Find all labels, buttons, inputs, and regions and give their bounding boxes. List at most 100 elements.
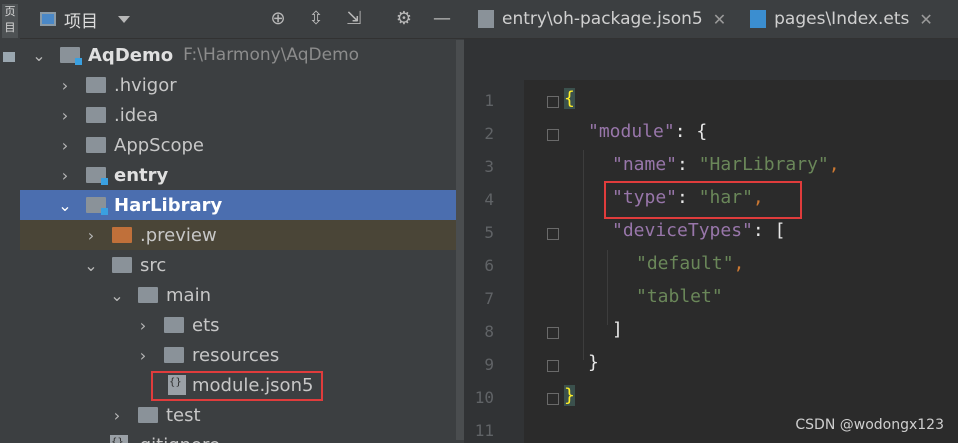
indent-guide [583,150,584,360]
json-string: "HarLibrary" [698,154,829,175]
project-toolbar: ⊕ ⇳ ⇲ ⚙ — [267,8,453,30]
json-key: "deviceTypes" [612,220,753,241]
editor-panel: entry\oh-package.json5 ✕ pages\Index.ets… [464,0,958,443]
project-tool-window-button[interactable]: 页目 [2,4,18,38]
code-line-3[interactable]: "name": "HarLibrary", [612,154,840,175]
excluded-folder-icon [112,227,132,243]
tree-item-label: .preview [140,224,217,246]
line-number: 6 [484,256,494,275]
chevron-right-icon[interactable]: › [110,406,124,425]
code-brace: } [564,385,575,406]
chevron-right-icon[interactable]: › [58,136,72,155]
chevron-right-icon[interactable]: › [58,166,72,185]
code-line-7[interactable]: "tablet" [636,286,723,307]
close-icon[interactable]: ✕ [713,10,726,29]
code-punct: : [ [752,220,786,241]
expand-all-icon[interactable]: ⇳ [305,8,327,30]
ets-file-icon [750,10,767,28]
folder-icon [112,257,132,273]
fold-icon[interactable] [547,96,559,108]
tree-item-ets[interactable]: › ets [20,310,464,340]
hide-icon[interactable]: — [431,8,453,30]
project-view-icon [40,12,56,26]
code-line-2[interactable]: "module": { [588,121,707,142]
tree-item-gitignore[interactable]: .gitignore [20,430,464,443]
folder-icon [164,347,184,363]
tree-item-label: ets [192,314,220,336]
code-line-9[interactable]: } [588,352,599,373]
editor-breadcrumb-bar [464,39,958,80]
tree-item-entry[interactable]: › entry [20,160,464,190]
fold-icon[interactable] [547,228,559,240]
tree-item-src[interactable]: ⌄ src [20,250,464,280]
code-line-10[interactable]: } [564,385,575,406]
code-punct: , [733,253,745,274]
close-icon[interactable]: ✕ [919,10,932,29]
chevron-down-icon[interactable]: ⌄ [32,46,46,65]
editor-tab-bar: entry\oh-package.json5 ✕ pages\Index.ets… [464,0,958,39]
tab-oh-package-json5[interactable]: entry\oh-package.json5 ✕ [464,0,736,38]
fold-icon[interactable] [547,360,559,372]
fold-icon[interactable] [547,327,559,339]
tree-item-test[interactable]: › test [20,400,464,430]
line-number: 11 [474,421,494,440]
tree-item-idea[interactable]: › .idea [20,100,464,130]
tree-item-preview[interactable]: › .preview [20,220,464,250]
tree-item-aqdemo[interactable]: ⌄ AqDemo F:\Harmony\AqDemo [20,40,464,70]
tree-item-label: .hvigor [114,74,177,96]
project-view-selector[interactable]: 项目 [40,8,130,32]
chevron-down-icon[interactable]: ⌄ [110,286,124,305]
line-number: 4 [484,190,494,209]
code-punct: ] [612,319,623,340]
chevron-right-icon[interactable]: › [136,316,150,335]
folder-icon [86,107,106,123]
gear-icon[interactable]: ⚙ [393,8,415,30]
fold-icon[interactable] [547,129,559,141]
folder-icon [138,407,158,423]
tree-item-harlibrary[interactable]: ⌄ HarLibrary [20,190,464,220]
line-number: 7 [484,289,494,308]
chevron-right-icon[interactable]: › [136,346,150,365]
code-line-1[interactable]: { [564,88,575,109]
tree-item-appscope[interactable]: › AppScope [20,130,464,160]
chevron-down-icon[interactable]: ⌄ [58,196,72,215]
tree-item-label: src [140,254,167,276]
chevron-right-icon[interactable]: › [58,76,72,95]
project-panel-header: 项目 ⊕ ⇳ ⇲ ⚙ — [20,0,464,39]
tab-label: entry\oh-package.json5 [502,9,703,29]
tree-item-label: main [166,284,211,306]
code-line-8[interactable]: ] [612,319,623,340]
code-line-6[interactable]: "default", [636,253,744,274]
line-number: 10 [474,388,494,407]
tree-item-hvigor[interactable]: › .hvigor [20,70,464,100]
locate-icon[interactable]: ⊕ [267,8,289,30]
tree-item-label: AqDemo [88,44,174,66]
tree-item-label: test [166,404,201,426]
tree-item-resources[interactable]: › resources [20,340,464,370]
line-number: 5 [484,223,494,242]
tree-item-label: HarLibrary [114,194,223,216]
collapse-all-icon[interactable]: ⇲ [343,8,365,30]
tab-index-ets[interactable]: pages\Index.ets ✕ [736,0,943,38]
project-panel: 项目 ⊕ ⇳ ⇲ ⚙ — ⌄ AqDemo F:\Harmony\AqDemo … [20,0,464,443]
left-tool-strip: 页目 [0,0,21,443]
chevron-down-icon[interactable]: ⌄ [84,256,98,275]
tree-item-label: resources [192,344,280,366]
highlight-box-type-har [604,181,802,219]
chevron-right-icon[interactable]: › [58,106,72,125]
tree-item-label: .idea [114,104,159,126]
code-punct: : { [674,121,708,142]
fold-icon[interactable] [547,393,559,405]
module-folder-icon [86,197,108,215]
folder-icon [86,77,106,93]
folder-icon [86,137,106,153]
line-number: 2 [484,124,494,143]
folder-icon [138,287,158,303]
code-line-5[interactable]: "deviceTypes": [ [612,220,785,241]
chevron-right-icon[interactable]: › [84,226,98,245]
highlight-box-module-json5 [151,371,323,401]
tree-item-label: AppScope [114,134,204,156]
module-folder-icon [86,167,108,185]
tree-item-main[interactable]: ⌄ main [20,280,464,310]
project-scrollbar[interactable] [456,40,464,440]
